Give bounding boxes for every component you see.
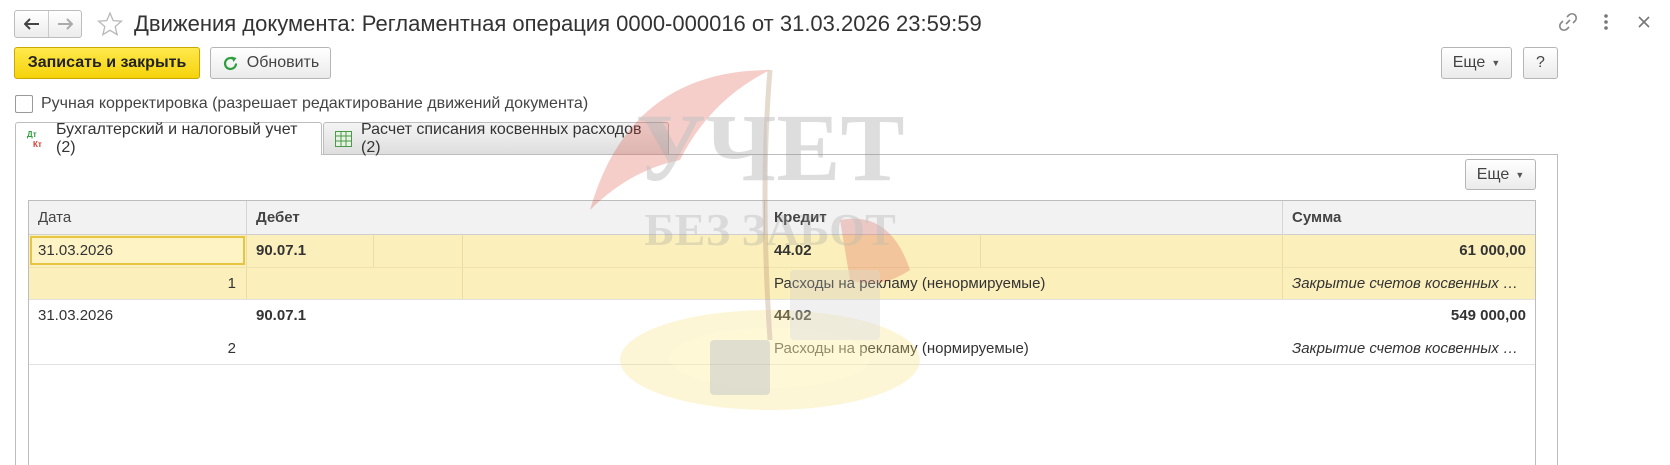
row-credit: 44.02 [774,307,812,324]
column-header-debit[interactable]: Дебет [247,201,765,235]
save-and-close-button[interactable]: Записать и закрыть [14,47,200,79]
table-icon [335,130,352,147]
save-and-close-label: Записать и закрыть [27,54,187,71]
window-controls [1556,10,1656,34]
arrow-left-icon [23,18,39,30]
chevron-down-icon: ▼ [1515,169,1525,180]
row-number: 1 [227,275,236,292]
help-label: ? [1536,54,1545,71]
more-button[interactable]: Еще ▼ [1441,47,1512,79]
favorite-star-icon[interactable] [96,10,124,38]
table-row[interactable]: 31.03.2026 1 90.07.1 44.02 Расходы на ре… [29,235,1535,300]
more-label: Еще [1452,54,1486,71]
table-row[interactable]: 31.03.2026 2 90.07.1 44.02 Расходы на ре… [29,300,1535,365]
manual-edit-checkbox[interactable] [15,95,33,113]
column-header-credit[interactable]: Кредит [765,201,1283,235]
row-debit: 90.07.1 [256,307,307,324]
table-more-button[interactable]: Еще ▼ [1465,159,1536,190]
close-icon[interactable] [1632,10,1656,34]
row-amount: 61 000,00 [1459,242,1526,259]
page-title: Движения документа: Регламентная операци… [134,11,982,36]
svg-text:Кт: Кт [33,140,42,149]
refresh-label: Обновить [246,54,320,71]
more-vertical-icon[interactable] [1594,10,1618,34]
row-comment: Закрытие счетов косвенных расходов [1292,275,1520,292]
refresh-button[interactable]: Обновить [210,47,331,79]
row-debit: 90.07.1 [256,242,307,259]
table-header: Дата Дебет Кредит Сумма [29,201,1535,235]
back-button[interactable] [15,11,48,37]
column-header-amount[interactable]: Сумма [1283,201,1535,235]
movements-table[interactable]: Дата Дебет Кредит Сумма 31.03.2026 1 90.… [28,200,1536,465]
row-amount: 549 000,00 [1450,307,1526,324]
manual-edit-label[interactable]: Ручная корректировка (разрешает редактир… [41,95,588,113]
row-credit: 44.02 [774,242,812,259]
arrow-right-icon [58,18,73,30]
table-more-label: Еще [1476,165,1510,183]
svg-text:Дт: Дт [27,130,37,139]
row-comment: Закрытие счетов косвенных расходов [1292,340,1520,357]
row-credit-subconto: Расходы на рекламу (ненормируемые) [774,275,1046,292]
help-button[interactable]: ? [1523,47,1558,79]
row-date: 31.03.2026 [38,307,114,324]
dt-kt-icon: Дт Кт [27,129,47,149]
row-date: 31.03.2026 [38,242,114,259]
row-credit-subconto: Расходы на рекламу (нормируемые) [774,340,1029,357]
tab-accounting-label: Бухгалтерский и налоговый учет (2) [56,121,298,156]
navigation-buttons [14,10,82,38]
chevron-down-icon: ▼ [1491,58,1501,68]
link-icon[interactable] [1556,10,1580,34]
manual-edit-row: Ручная корректировка (разрешает редактир… [15,95,588,113]
window-header: Движения документа: Регламентная операци… [14,8,1656,40]
forward-button[interactable] [48,11,81,37]
tab-indirect-costs-label: Расчет списания косвенных расходов (2) [361,120,642,156]
column-header-date[interactable]: Дата [29,201,247,235]
refresh-icon [222,55,239,72]
tab-accounting[interactable]: Дт Кт Бухгалтерский и налоговый учет (2) [15,121,322,156]
tab-indirect-costs[interactable]: Расчет списания косвенных расходов (2) [323,120,669,156]
row-number: 2 [227,340,236,357]
